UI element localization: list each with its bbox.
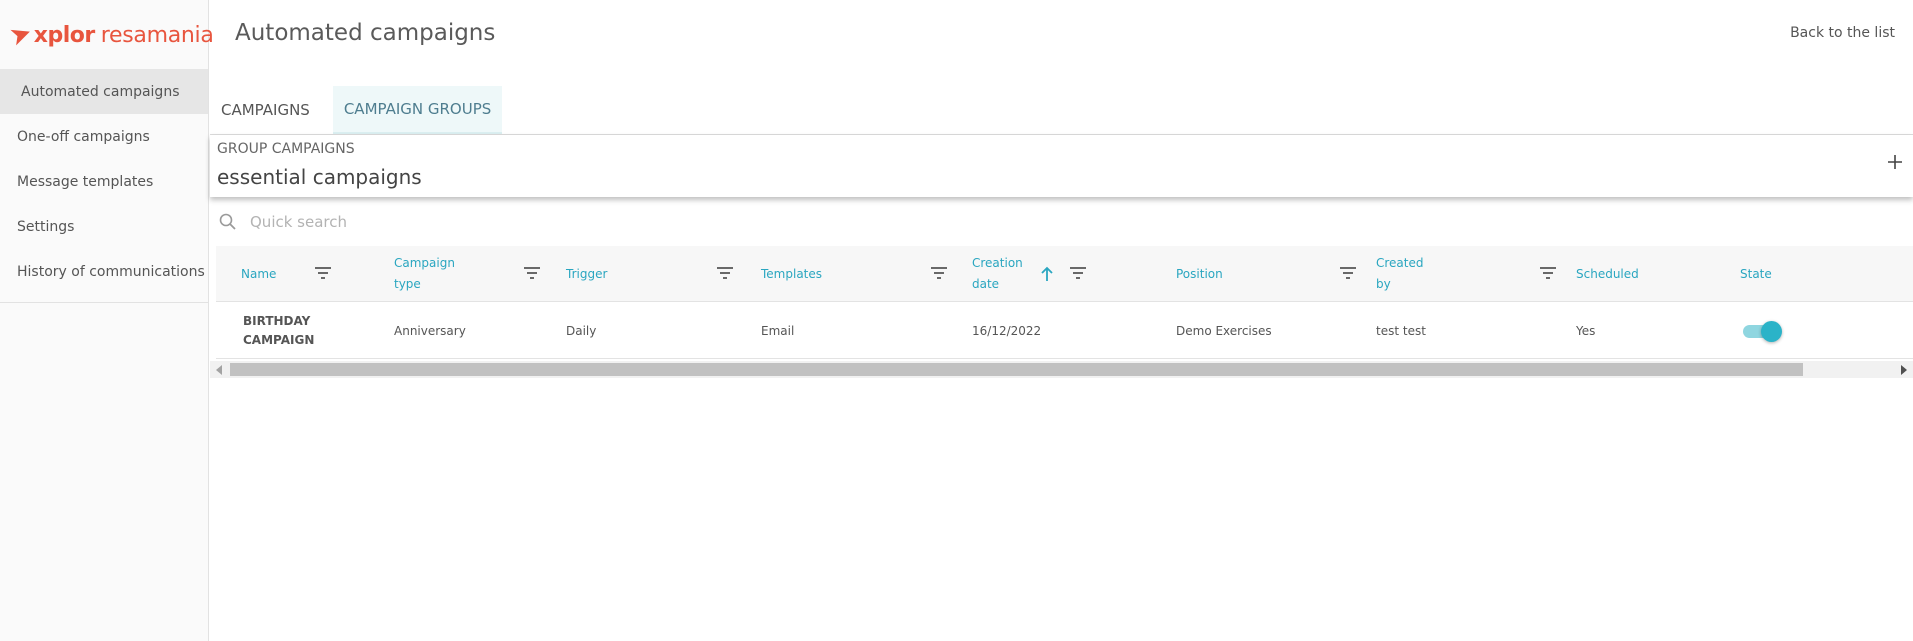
column-label: Position (1176, 266, 1223, 281)
column-label: State (1740, 266, 1772, 281)
column-label: Scheduled (1576, 266, 1639, 281)
campaigns-table: Name Campaign type Trigger Templates Cre… (216, 246, 1913, 359)
cell-position: Demo Exercises (1176, 323, 1272, 338)
back-to-list-link[interactable]: Back to the list (1790, 25, 1895, 41)
group-header: GROUP CAMPAIGNS essential campaigns (210, 135, 1913, 197)
column-header-trigger[interactable]: Trigger (566, 246, 607, 302)
group-label: GROUP CAMPAIGNS (217, 141, 355, 157)
filter-icon[interactable] (1539, 265, 1557, 281)
brand-logo[interactable]: ➤ xplor resamania (6, 17, 214, 53)
sidebar-item-one-off-campaigns[interactable]: One-off campaigns (0, 114, 208, 159)
main-content: Automated campaigns Back to the list CAM… (210, 0, 1913, 641)
column-header-creation-date[interactable]: Creation date (972, 246, 1042, 302)
filter-icon[interactable] (1339, 265, 1357, 281)
column-label: Campaign type (394, 256, 455, 291)
sidebar-item-message-templates[interactable]: Message templates (0, 159, 208, 204)
cell-name: BIRTHDAY CAMPAIGN (243, 313, 315, 347)
cell-scheduled: Yes (1576, 323, 1596, 338)
sort-ascending-icon[interactable] (1040, 266, 1054, 282)
state-toggle[interactable] (1743, 321, 1782, 342)
page-title: Automated campaigns (235, 20, 496, 46)
tab-bar: CAMPAIGNS CAMPAIGN GROUPS (210, 86, 1913, 135)
column-header-campaign-type[interactable]: Campaign type (394, 246, 464, 302)
scroll-right-arrow-icon[interactable] (1901, 365, 1907, 375)
add-campaign-button[interactable] (1887, 150, 1903, 174)
cell-trigger: Daily (566, 323, 597, 338)
search-icon (219, 213, 236, 230)
cell-templates: Email (761, 323, 795, 338)
column-label: Created by (1376, 256, 1424, 291)
filter-icon[interactable] (523, 265, 541, 281)
filter-icon[interactable] (1069, 265, 1087, 281)
column-header-templates[interactable]: Templates (761, 246, 822, 302)
filter-icon[interactable] (314, 265, 332, 281)
cell-creation-date: 16/12/2022 (972, 323, 1042, 338)
toggle-knob (1761, 321, 1782, 342)
sidebar: ➤ xplor resamania Automated campaigns On… (0, 0, 214, 641)
logo-text-main: xplor (33, 22, 95, 48)
search-input[interactable] (250, 213, 650, 231)
plus-icon (1888, 155, 1902, 169)
column-label: Templates (761, 266, 823, 281)
sidebar-item-settings[interactable]: Settings (0, 204, 208, 249)
scroll-left-arrow-icon[interactable] (216, 365, 222, 375)
column-header-name[interactable]: Name (241, 246, 276, 302)
tab-campaign-groups[interactable]: CAMPAIGN GROUPS (332, 86, 503, 134)
tab-campaigns[interactable]: CAMPAIGNS (210, 86, 321, 134)
scrollbar-thumb[interactable] (230, 363, 1803, 376)
filter-icon[interactable] (930, 265, 948, 281)
logo-text-sub: resamania (100, 22, 214, 48)
horizontal-scrollbar[interactable] (210, 361, 1913, 378)
column-header-scheduled[interactable]: Scheduled (1576, 246, 1639, 302)
column-label: Trigger (566, 266, 608, 281)
column-header-position[interactable]: Position (1176, 246, 1223, 302)
column-header-created-by[interactable]: Created by (1376, 246, 1426, 302)
column-label: Creation date (972, 256, 1023, 291)
quick-search (218, 208, 818, 236)
rocket-logo-icon: ➤ (5, 17, 37, 53)
group-name: essential campaigns (217, 165, 422, 189)
filter-icon[interactable] (716, 265, 734, 281)
cell-created-by: test test (1376, 323, 1426, 338)
app-root: ➤ xplor resamania Automated campaigns On… (0, 0, 1913, 641)
column-label: Name (241, 266, 277, 281)
table-header: Name Campaign type Trigger Templates Cre… (216, 246, 1913, 302)
column-header-state[interactable]: State (1740, 246, 1772, 302)
sidebar-nav: Automated campaigns One-off campaigns Me… (0, 69, 208, 303)
table-row[interactable]: BIRTHDAY CAMPAIGN Anniversary Daily Emai… (216, 302, 1913, 359)
cell-campaign-type: Anniversary (394, 323, 466, 338)
sidebar-item-history-of-communications[interactable]: History of communications (0, 249, 208, 294)
sidebar-item-automated-campaigns[interactable]: Automated campaigns (0, 69, 208, 114)
